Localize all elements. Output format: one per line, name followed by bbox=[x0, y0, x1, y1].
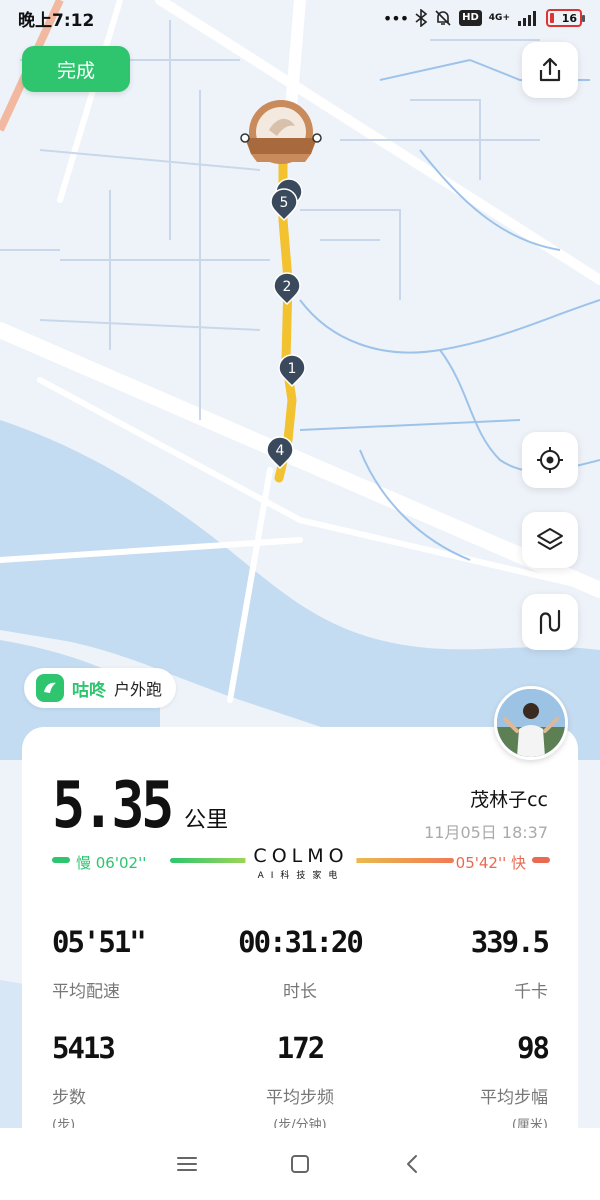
back-icon[interactable] bbox=[402, 1153, 424, 1175]
done-button[interactable]: 完成 bbox=[22, 46, 130, 92]
duration-label: 时长 bbox=[283, 982, 317, 1002]
codoon-logo-icon bbox=[36, 674, 64, 702]
steps-label: 步数 bbox=[52, 1088, 86, 1108]
stat-calories: 339.5 千卡 bbox=[378, 925, 550, 1002]
app-brand-pill: 咕咚 户外跑 bbox=[24, 668, 177, 708]
avg-pace-label: 平均配速 bbox=[52, 982, 120, 1002]
sponsor-name: COLMO bbox=[253, 845, 349, 867]
locate-icon bbox=[537, 447, 563, 473]
sponsor-tagline: AI科技家电 bbox=[257, 871, 345, 881]
status-icons: ••• HD 4G+ 16 bbox=[382, 8, 585, 28]
route-icon bbox=[539, 609, 561, 635]
route-marker-2: 2 bbox=[283, 279, 292, 295]
layers-icon bbox=[537, 528, 563, 550]
stat-steps: 5413 步数 (步) bbox=[52, 1031, 222, 1133]
locate-button[interactable] bbox=[522, 432, 578, 488]
route-button[interactable] bbox=[522, 594, 578, 650]
stat-avg-pace: 05'51" 平均配速 bbox=[52, 925, 222, 1002]
stride-label: 平均步幅 bbox=[480, 1088, 548, 1108]
more-dots-icon: ••• bbox=[382, 8, 409, 28]
home-icon[interactable] bbox=[289, 1153, 311, 1175]
avatar[interactable] bbox=[494, 686, 568, 760]
distance-value: 5.35 bbox=[52, 769, 174, 843]
battery-level: 16 bbox=[561, 11, 577, 25]
route-marker-5: 5 bbox=[280, 195, 289, 211]
stat-cadence: 172 平均步频 (步/分钟) bbox=[215, 1031, 385, 1133]
run-date: 11月05日 18:37 bbox=[424, 823, 548, 842]
pace-slow-label: 慢 06'02'' bbox=[76, 854, 147, 872]
run-summary-card: 5.35 公里 茂林子cc 11月05日 18:37 慢 06'02'' 05'… bbox=[22, 727, 578, 1147]
steps-value: 5413 bbox=[52, 1031, 116, 1065]
signal-icon bbox=[518, 11, 536, 26]
distance-unit: 公里 bbox=[184, 808, 229, 833]
pace-fast-label: 05'42'' 快 bbox=[455, 854, 526, 872]
menu-icon[interactable] bbox=[176, 1155, 198, 1173]
avg-pace-value: 05'51" bbox=[52, 925, 147, 959]
status-time: 晚上7:12 bbox=[18, 10, 95, 31]
status-bar: 晚上7:12 ••• HD 4G+ 16 bbox=[0, 0, 600, 36]
system-nav-bar bbox=[0, 1128, 600, 1200]
pace-legend: 慢 06'02'' 05'42'' 快 COLMO AI科技家电 bbox=[52, 845, 550, 881]
battery-icon: 16 bbox=[546, 9, 585, 27]
duration-value: 00:31:20 bbox=[238, 925, 364, 959]
activity-type: 户外跑 bbox=[114, 680, 163, 699]
distance: 5.35 公里 bbox=[52, 769, 228, 843]
layers-button[interactable] bbox=[522, 512, 578, 568]
route-marker-1: 1 bbox=[288, 361, 297, 377]
network-label: 4G+ bbox=[488, 12, 510, 23]
calories-value: 339.5 bbox=[470, 925, 550, 959]
sponsor-logo: COLMO AI科技家电 bbox=[245, 845, 357, 881]
stride-value: 98 bbox=[517, 1031, 550, 1065]
cadence-label: 平均步频 bbox=[266, 1088, 334, 1108]
calories-label: 千卡 bbox=[514, 982, 548, 1002]
route-marker-4: 4 bbox=[276, 443, 285, 459]
share-button[interactable] bbox=[522, 42, 578, 98]
cadence-value: 172 bbox=[276, 1031, 325, 1065]
user-name: 茂林子cc bbox=[470, 789, 548, 811]
hd-badge: HD bbox=[459, 10, 482, 26]
brand-name: 咕咚 bbox=[72, 680, 106, 701]
stat-duration: 00:31:20 时长 bbox=[215, 925, 385, 1002]
stat-stride: 98 平均步幅 (厘米) bbox=[378, 1031, 550, 1133]
share-icon bbox=[539, 57, 561, 82]
bluetooth-icon bbox=[415, 9, 428, 27]
mute-bell-icon bbox=[435, 10, 451, 26]
